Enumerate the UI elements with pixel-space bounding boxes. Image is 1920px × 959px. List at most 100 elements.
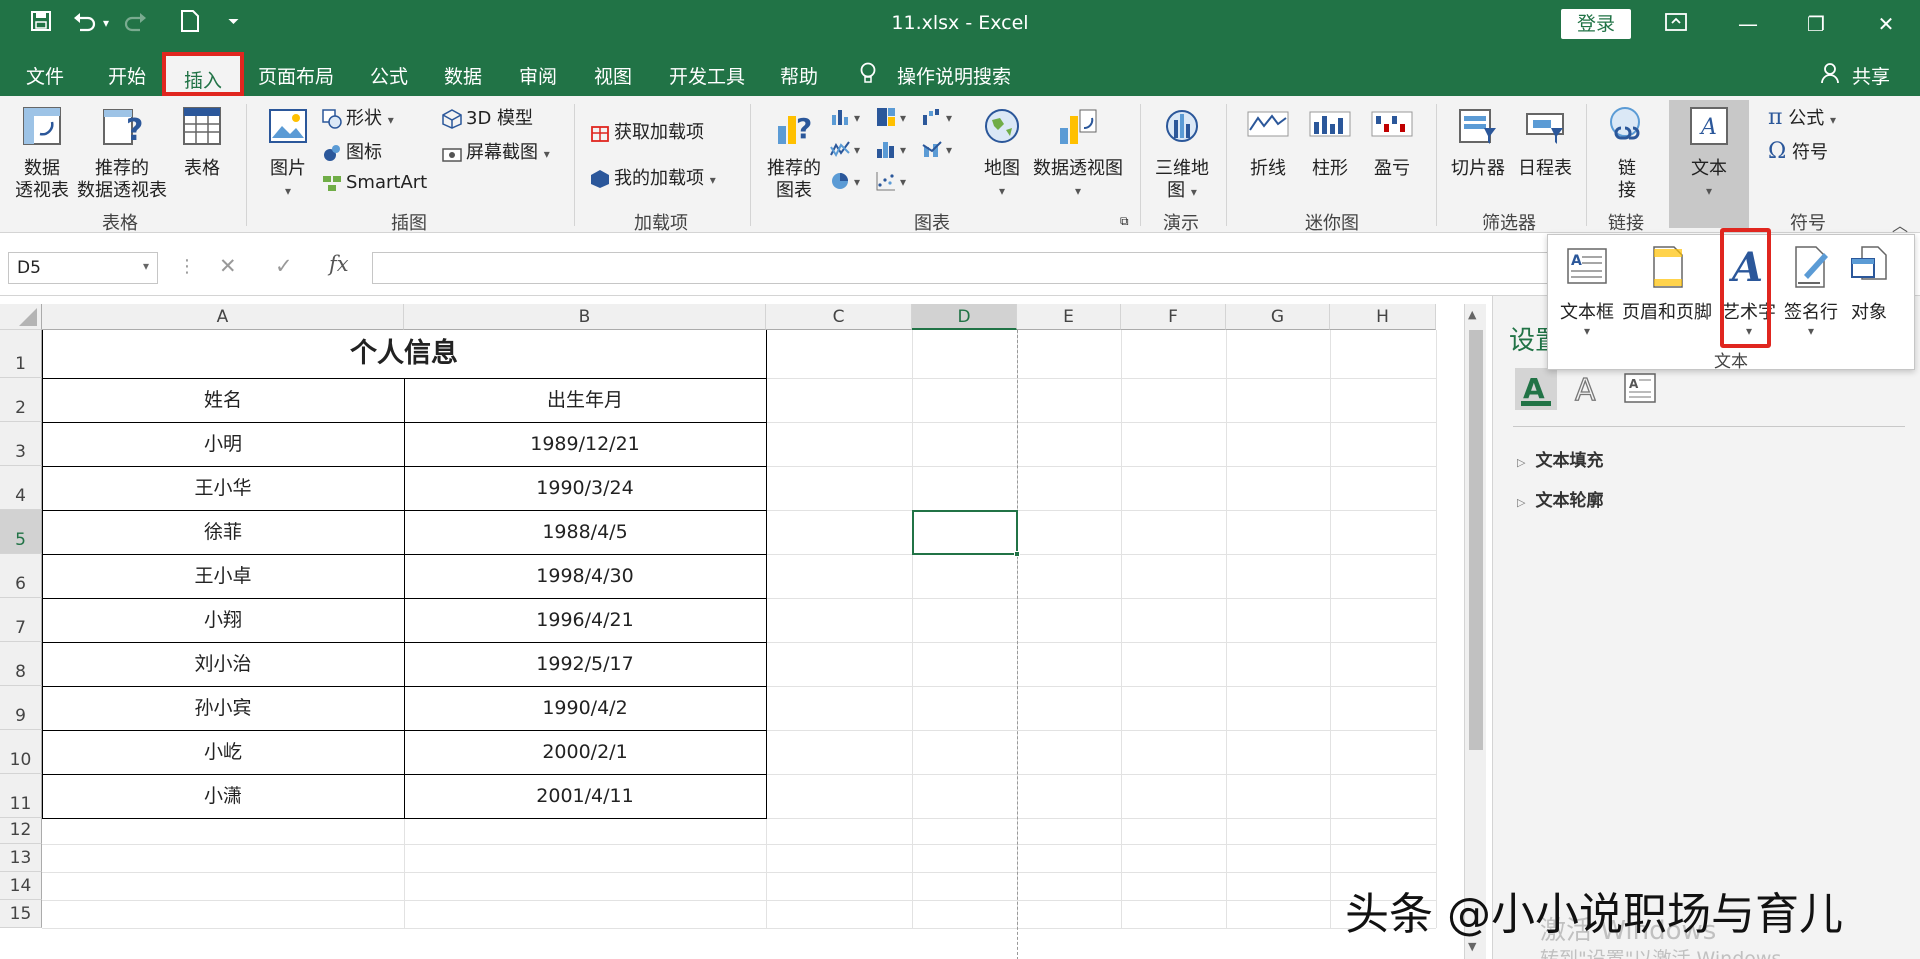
column-header[interactable]: A xyxy=(42,304,404,330)
recommended-charts-button[interactable]: ? 推荐的 图表 xyxy=(762,104,826,202)
tab-review[interactable]: 审阅 xyxy=(519,62,557,89)
select-all-corner[interactable] xyxy=(0,304,42,330)
table-cell[interactable]: 1989/12/21 xyxy=(404,422,766,466)
minimize-icon[interactable]: — xyxy=(1728,8,1768,40)
insert-function-icon[interactable]: fx xyxy=(329,252,349,276)
pivot-chart-button[interactable]: 数据透视图 ▾ xyxy=(1032,104,1124,202)
tab-page-layout[interactable]: 页面布局 xyxy=(258,62,334,89)
table-cell[interactable]: 1992/5/17 xyxy=(404,642,766,686)
text-fill-section[interactable]: ▷ 文本填充 xyxy=(1517,446,1603,471)
object-item[interactable]: 对象 xyxy=(1848,245,1890,324)
share-button[interactable]: 共享 xyxy=(1852,62,1890,89)
tab-formulas[interactable]: 公式 xyxy=(370,62,408,89)
slicer-button[interactable]: 切片器 xyxy=(1446,104,1510,180)
timeline-button[interactable]: 日程表 xyxy=(1514,104,1576,180)
pictures-button[interactable]: 图片 ▾ xyxy=(258,104,318,202)
scroll-up-icon[interactable]: ▲ xyxy=(1468,308,1476,321)
link-button[interactable]: 链 接 xyxy=(1600,104,1654,202)
pie-chart-button[interactable]: ▾ xyxy=(830,170,860,191)
table-cell[interactable]: 孙小宾 xyxy=(42,686,404,730)
table-cell[interactable]: 小明 xyxy=(42,422,404,466)
shapes-button[interactable]: 形状 ▾ xyxy=(322,104,394,130)
table-cell[interactable]: 1998/4/30 xyxy=(404,554,766,598)
row-header[interactable]: 7 xyxy=(0,598,42,642)
charts-dialog-launcher-icon[interactable]: ⧉ xyxy=(1120,214,1129,229)
column-header[interactable]: H xyxy=(1330,304,1436,330)
recommended-pivot-button[interactable]: ? 推荐的 数据透视表 xyxy=(76,104,168,202)
row-header[interactable]: 13 xyxy=(0,844,42,872)
symbol-button[interactable]: Ω 符号 xyxy=(1768,138,1828,164)
table-header-cell[interactable]: 出生年月 xyxy=(404,378,766,422)
textbox-item[interactable]: A 文本框 ▾ xyxy=(1560,245,1614,338)
table-cell[interactable]: 王小华 xyxy=(42,466,404,510)
formula-input[interactable] xyxy=(372,252,1552,284)
enter-icon[interactable]: ✓ xyxy=(275,254,293,278)
row-header[interactable]: 6 xyxy=(0,554,42,598)
3d-model-button[interactable]: 3D 模型 xyxy=(442,104,533,130)
tab-developer[interactable]: 开发工具 xyxy=(669,62,745,89)
column-header[interactable]: E xyxy=(1017,304,1121,330)
row-header[interactable]: 3 xyxy=(0,422,42,466)
row-header[interactable]: 2 xyxy=(0,378,42,422)
get-addins-button[interactable]: 获取加载项 xyxy=(590,118,704,144)
tab-help[interactable]: 帮助 xyxy=(780,62,818,89)
icons-button[interactable]: 图标 xyxy=(322,138,382,164)
signature-line-item[interactable]: 签名行 ▾ xyxy=(1784,245,1838,338)
waterfall-chart-button[interactable]: ▾ xyxy=(922,106,952,127)
table-cell[interactable]: 1988/4/5 xyxy=(404,510,766,554)
equation-button[interactable]: π 公式 ▾ xyxy=(1768,104,1836,130)
maps-button[interactable]: 地图 ▾ xyxy=(972,104,1032,202)
name-box[interactable]: D5 ▾ xyxy=(8,252,158,284)
row-header[interactable]: 8 xyxy=(0,642,42,686)
table-cell[interactable]: 王小卓 xyxy=(42,554,404,598)
smartart-button[interactable]: SmartArt xyxy=(322,172,427,193)
sparkline-line-button[interactable]: 折线 xyxy=(1240,104,1296,180)
tab-view[interactable]: 视图 xyxy=(594,62,632,89)
table-cell[interactable]: 刘小治 xyxy=(42,642,404,686)
column-header[interactable]: C xyxy=(766,304,912,330)
table-cell[interactable]: 2000/2/1 xyxy=(404,730,766,774)
row-header[interactable]: 12 xyxy=(0,818,42,844)
sparkline-column-button[interactable]: 柱形 xyxy=(1302,104,1358,180)
column-header[interactable]: D xyxy=(912,304,1017,330)
fill-handle[interactable] xyxy=(1014,551,1020,557)
textbox-tab-icon[interactable]: A xyxy=(1619,368,1661,410)
table-cell[interactable]: 2001/4/11 xyxy=(404,774,766,818)
scroll-thumb[interactable] xyxy=(1469,330,1483,750)
column-header[interactable]: F xyxy=(1121,304,1226,330)
table-header-cell[interactable]: 姓名 xyxy=(42,378,404,422)
table-cell[interactable]: 徐菲 xyxy=(42,510,404,554)
table-cell[interactable]: 1990/4/2 xyxy=(404,686,766,730)
text-effects-tab-icon[interactable]: A xyxy=(1567,368,1609,410)
my-addins-button[interactable]: 我的加载项 ▾ xyxy=(590,164,716,190)
table-cell[interactable]: 小翔 xyxy=(42,598,404,642)
table-cell[interactable]: 小屹 xyxy=(42,730,404,774)
scatter-chart-button[interactable]: ▾ xyxy=(876,170,906,191)
sparkline-winloss-button[interactable]: 盈亏 xyxy=(1364,104,1420,180)
screenshot-button[interactable]: 屏幕截图 ▾ xyxy=(442,138,550,164)
header-footer-item[interactable]: 页眉和页脚 xyxy=(1622,245,1712,324)
row-header[interactable]: 14 xyxy=(0,872,42,900)
table-title[interactable]: 个人信息 xyxy=(42,330,766,378)
table-cell[interactable]: 1996/4/21 xyxy=(404,598,766,642)
row-header[interactable]: 9 xyxy=(0,686,42,730)
column-chart-button[interactable]: ▾ xyxy=(830,106,860,127)
cancel-icon[interactable]: ✕ xyxy=(219,254,237,278)
ribbon-display-options-icon[interactable] xyxy=(1656,8,1696,40)
table-button[interactable]: 表格 xyxy=(176,104,228,180)
text-button[interactable]: A 文本 ▾ xyxy=(1672,104,1746,202)
statistic-chart-button[interactable]: ▾ xyxy=(876,138,906,159)
restore-icon[interactable]: ❐ xyxy=(1796,8,1836,40)
login-button[interactable]: 登录 xyxy=(1561,9,1631,39)
row-header[interactable]: 4 xyxy=(0,466,42,510)
text-outline-section[interactable]: ▷ 文本轮廓 xyxy=(1517,486,1603,511)
hierarchy-chart-button[interactable]: ▾ xyxy=(876,106,906,127)
row-header[interactable]: 11 xyxy=(0,774,42,818)
close-icon[interactable]: ✕ xyxy=(1866,8,1906,40)
tab-insert[interactable]: 插入 xyxy=(162,52,245,96)
tab-data[interactable]: 数据 xyxy=(444,62,482,89)
text-fill-tab-icon[interactable]: A xyxy=(1515,368,1557,410)
line-chart-button[interactable]: ▾ xyxy=(830,138,860,159)
collapse-ribbon-icon[interactable]: ︿ xyxy=(1892,212,1908,236)
table-cell[interactable]: 小潇 xyxy=(42,774,404,818)
